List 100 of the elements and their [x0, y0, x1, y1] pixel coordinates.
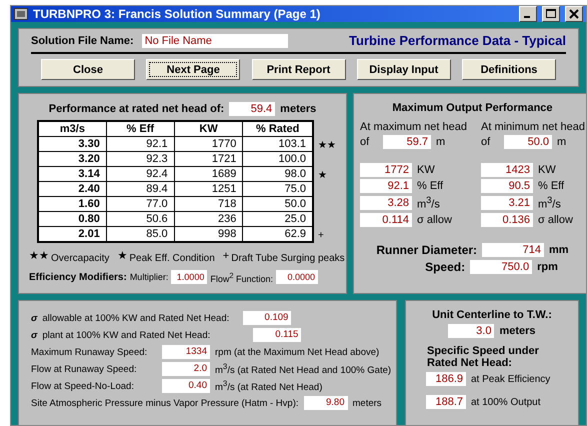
table-cell: 2.40 — [38, 181, 106, 196]
centerline-field: 3.0 — [448, 324, 494, 338]
sigma-symbol: σ — [31, 312, 38, 324]
table-cell: 75.0 — [242, 181, 313, 196]
flow-function-label: Flow$^{2}$ Function: — [210, 270, 274, 284]
site-label: Maximum Runaway Speed: — [31, 346, 148, 358]
legend-marker: ★★ — [29, 249, 49, 262]
unit-label: m$^{3}$/s — [417, 195, 440, 211]
sigma-symbol: σ — [31, 330, 38, 340]
speed-field: 750.0 — [470, 260, 532, 274]
unit-label: mm — [549, 244, 569, 256]
table-cell: 50.0 — [242, 196, 313, 212]
site-field: 9.80 — [304, 396, 348, 410]
speed-label: Speed: — [425, 260, 466, 274]
output-field: 92.1 — [360, 179, 412, 193]
site-label: Flow at Runaway Speed: — [31, 364, 138, 375]
unit-label: σ allow — [538, 214, 573, 226]
specific-speed-field: 188.7 — [426, 395, 466, 409]
legend-marker: + — [222, 250, 230, 262]
legend-marker: ★ — [117, 249, 128, 262]
output-field: 1772 — [360, 163, 412, 177]
toolbar-button[interactable]: Display Input — [356, 59, 451, 80]
of-label: of — [360, 136, 370, 148]
column-heading: At minimum net head — [481, 121, 585, 133]
unit-label: KW — [538, 164, 556, 176]
table-cell: 98.0 — [242, 166, 313, 182]
table-cell: 103.1 — [242, 136, 313, 152]
table-cell: 92.4 — [106, 166, 174, 182]
site-note: m$^{3}$/s (at Rated Net Head and 100% Gate) — [215, 362, 392, 376]
output-field: 3.28 — [360, 196, 412, 210]
site-note: rpm (at the Maximum Net Head above) — [215, 346, 380, 358]
multiplier-field: 1.0000 — [171, 270, 208, 284]
net-head-field: 50.0 — [504, 135, 552, 149]
table-cell: 77.0 — [106, 196, 174, 212]
output-field: 90.5 — [481, 179, 533, 193]
app-icon — [14, 8, 28, 20]
row-marker: + — [318, 230, 324, 241]
legend-label: Overcapacity — [51, 253, 110, 264]
legend-label: Peak Eff. Condition — [129, 253, 215, 264]
table-cell: 3.14 — [38, 166, 106, 182]
specific-speed-label: Specific Speed under Rated Net Head: — [427, 345, 540, 369]
toolbar-button[interactable]: Close — [41, 59, 135, 80]
flow-function-field: 0.0000 — [276, 270, 318, 284]
multiplier-label: Multiplier: — [130, 272, 168, 282]
site-field: 0.109 — [243, 311, 292, 325]
maximize-icon[interactable] — [542, 6, 560, 22]
runner-diameter-label: Runner Diameter: — [376, 242, 478, 257]
column-header: % Eff — [106, 121, 174, 136]
window-title: TURBNPRO 3: Francis Solution Summary (Page 1) — [33, 7, 322, 21]
table-cell: 1.60 — [38, 196, 106, 212]
table-cell: 236 — [174, 211, 243, 226]
site-note: meters — [352, 398, 382, 409]
table-cell: 718 — [174, 196, 243, 212]
table-cell: 1251 — [174, 181, 243, 196]
table-cell: 1721 — [174, 151, 243, 166]
table-cell: 100.0 — [242, 151, 313, 166]
row-marker: ★ — [318, 170, 327, 181]
column-heading: At maximum net head — [360, 121, 467, 133]
runner-diameter-field: 714 — [482, 242, 544, 257]
toolbar-button[interactable]: Print Report — [252, 59, 346, 80]
toolbar-button[interactable]: Next Page — [146, 59, 240, 80]
table-cell: 0.80 — [38, 211, 106, 226]
unit-label: KW — [417, 164, 435, 176]
site-label: plant at 100% KW and Rated Net Head: — [42, 330, 212, 340]
specific-speed-field: 186.9 — [426, 372, 466, 386]
unit-label: σ allow — [417, 214, 452, 226]
output-field: 1423 — [481, 163, 533, 177]
unit-label: % Eff — [538, 180, 564, 192]
table-cell: 25.0 — [242, 211, 313, 226]
site-note: m$^{3}$/s (at Rated Net Head) — [215, 379, 322, 394]
file-name-field[interactable]: No File Name — [142, 34, 288, 48]
table-cell: 3.20 — [38, 151, 106, 166]
specific-speed-note: at 100% Output — [471, 396, 540, 408]
unit-label: % Eff — [417, 180, 444, 192]
site-label: Flow at Speed-No-Load: — [31, 380, 135, 392]
minimize-icon[interactable] — [519, 6, 537, 22]
table-cell: 3.30 — [38, 136, 106, 152]
unit-label: m — [557, 136, 566, 148]
unit-label: rpm — [537, 260, 558, 273]
output-field: 3.21 — [481, 196, 533, 210]
column-header: % Rated — [242, 121, 313, 136]
modifiers-label: Efficiency Modifiers: — [29, 272, 127, 282]
unit-label: m — [436, 136, 446, 148]
legend-label: Draft Tube Surging peaks — [231, 253, 345, 264]
column-header: KW — [174, 121, 243, 136]
rated-head-unit: meters — [280, 103, 316, 115]
close-icon[interactable] — [565, 6, 583, 22]
output-field: 0.114 — [360, 212, 412, 227]
site-label: Site Atmospheric Pressure minus Vapor Pressure (Hatm - Hvp): — [31, 398, 298, 409]
table-cell: 92.3 — [106, 151, 174, 166]
table-cell: 92.1 — [106, 136, 174, 152]
centerline-label: Unit Centerline to T.W.: — [432, 309, 552, 321]
table-cell: 89.4 — [106, 181, 174, 196]
output-field: 0.136 — [481, 212, 533, 227]
site-field: 0.40 — [162, 379, 210, 394]
net-head-field: 59.7 — [383, 135, 431, 149]
toolbar-button[interactable]: Definitions — [462, 59, 556, 80]
row-marker: ★★ — [318, 140, 336, 151]
table-cell: 50.6 — [106, 211, 174, 226]
site-field: 2.0 — [162, 362, 210, 376]
